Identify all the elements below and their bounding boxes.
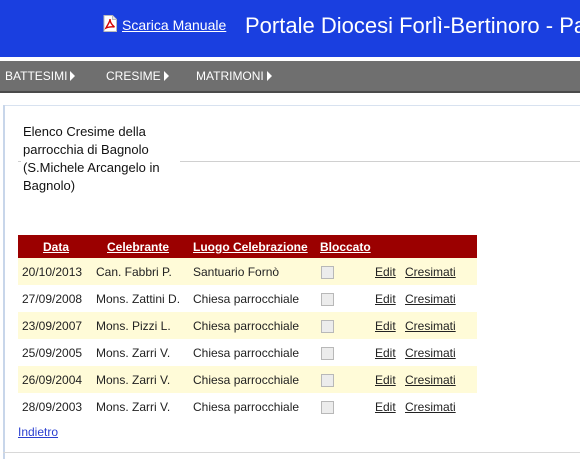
cell-data: 28/09/2003: [18, 393, 94, 420]
cell-luogo: Santuario Fornò: [191, 258, 317, 285]
cell-celebrante: Mons. Zarri V.: [94, 393, 191, 420]
cell-bloccato: [317, 393, 375, 420]
cell-data: 25/09/2005: [18, 339, 94, 366]
table-row: 26/09/2004 Mons. Zarri V. Chiesa parrocc…: [18, 366, 477, 393]
chevron-right-icon: [70, 71, 76, 81]
content-top-border: [3, 105, 580, 106]
content-bottom-border: [3, 452, 580, 453]
cresimati-link[interactable]: Cresimati: [405, 319, 456, 333]
bloccato-checkbox[interactable]: [321, 265, 334, 279]
cell-bloccato: [317, 339, 375, 366]
cresime-table: Data Celebrante Luogo Celebrazione Blocc…: [18, 235, 477, 420]
content-left-border: [3, 105, 5, 459]
column-header-blank: [404, 235, 477, 258]
page-title: Elenco Cresime della parrocchia di Bagno…: [21, 122, 180, 196]
cell-bloccato: [317, 366, 375, 393]
cell-celebrante: Mons. Zarri V.: [94, 366, 191, 393]
cell-edit: Edit: [375, 393, 404, 420]
table-row: 25/09/2005 Mons. Zarri V. Chiesa parrocc…: [18, 339, 477, 366]
cell-luogo: Chiesa parrocchiale: [191, 312, 317, 339]
edit-link[interactable]: Edit: [375, 346, 396, 360]
portal-title: Portale Diocesi Forlì-Bertinoro - Parr: [245, 13, 580, 38]
cell-bloccato: [317, 258, 375, 285]
bloccato-checkbox[interactable]: [321, 319, 334, 333]
column-header-blank: [375, 235, 404, 258]
cell-edit: Edit: [375, 258, 404, 285]
menu-item-label: CRESIME: [106, 69, 161, 83]
cell-celebrante: Mons. Zarri V.: [94, 339, 191, 366]
menu-item-matrimoni[interactable]: MATRIMONI: [196, 69, 272, 83]
table-header-row: Data Celebrante Luogo Celebrazione Blocc…: [18, 235, 477, 258]
column-header-data[interactable]: Data: [18, 235, 94, 258]
cell-edit: Edit: [375, 366, 404, 393]
cell-luogo: Chiesa parrocchiale: [191, 393, 317, 420]
download-manual-link[interactable]: Scarica Manuale: [122, 17, 226, 33]
bloccato-checkbox[interactable]: [321, 346, 334, 360]
chevron-right-icon: [266, 71, 272, 81]
menu-item-label: BATTESIMI: [5, 69, 68, 83]
column-header-bloccato[interactable]: Bloccato: [317, 235, 375, 258]
cresimati-link[interactable]: Cresimati: [405, 373, 456, 387]
cell-luogo: Chiesa parrocchiale: [191, 366, 317, 393]
cell-edit: Edit: [375, 312, 404, 339]
cell-data: 26/09/2004: [18, 366, 94, 393]
bloccato-checkbox[interactable]: [321, 292, 334, 306]
edit-link[interactable]: Edit: [375, 319, 396, 333]
pdf-document-icon[interactable]: [103, 15, 117, 32]
main-menu: BATTESIMI CRESIME MATRIMONI: [0, 61, 580, 93]
edit-link[interactable]: Edit: [375, 373, 396, 387]
back-link[interactable]: Indietro: [18, 425, 58, 439]
edit-link[interactable]: Edit: [375, 400, 396, 414]
menu-item-cresime[interactable]: CRESIME: [106, 69, 169, 83]
cell-edit: Edit: [375, 339, 404, 366]
cresimati-link[interactable]: Cresimati: [405, 292, 456, 306]
chevron-right-icon: [163, 71, 169, 81]
menu-item-label: MATRIMONI: [196, 69, 264, 83]
cell-cresimati: Cresimati: [404, 393, 477, 420]
cresimati-link[interactable]: Cresimati: [405, 346, 456, 360]
menu-item-battesimi[interactable]: BATTESIMI: [5, 69, 76, 83]
cell-cresimati: Cresimati: [404, 339, 477, 366]
bloccato-checkbox[interactable]: [321, 373, 334, 387]
cell-bloccato: [317, 285, 375, 312]
cell-cresimati: Cresimati: [404, 366, 477, 393]
cell-cresimati: Cresimati: [404, 285, 477, 312]
cell-celebrante: Can. Fabbri P.: [94, 258, 191, 285]
cresimati-link[interactable]: Cresimati: [405, 400, 456, 414]
cell-bloccato: [317, 312, 375, 339]
cell-data: 23/09/2007: [18, 312, 94, 339]
table-row: 28/09/2003 Mons. Zarri V. Chiesa parrocc…: [18, 393, 477, 420]
cell-luogo: Chiesa parrocchiale: [191, 285, 317, 312]
cell-edit: Edit: [375, 285, 404, 312]
cell-data: 27/09/2008: [18, 285, 94, 312]
edit-link[interactable]: Edit: [375, 265, 396, 279]
cell-data: 20/10/2013: [18, 258, 94, 285]
cell-cresimati: Cresimati: [404, 312, 477, 339]
cresimati-link[interactable]: Cresimati: [405, 265, 456, 279]
table-row: 20/10/2013 Can. Fabbri P. Santuario Forn…: [18, 258, 477, 285]
edit-link[interactable]: Edit: [375, 292, 396, 306]
app-header: Scarica Manuale Portale Diocesi Forlì-Be…: [0, 0, 580, 57]
cell-cresimati: Cresimati: [404, 258, 477, 285]
column-header-luogo[interactable]: Luogo Celebrazione: [191, 235, 317, 258]
table-row: 27/09/2008 Mons. Zattini D. Chiesa parro…: [18, 285, 477, 312]
cell-luogo: Chiesa parrocchiale: [191, 339, 317, 366]
bloccato-checkbox[interactable]: [321, 400, 334, 414]
column-header-celebrante[interactable]: Celebrante: [94, 235, 191, 258]
cell-celebrante: Mons. Pizzi L.: [94, 312, 191, 339]
cell-celebrante: Mons. Zattini D.: [94, 285, 191, 312]
table-row: 23/09/2007 Mons. Pizzi L. Chiesa parrocc…: [18, 312, 477, 339]
